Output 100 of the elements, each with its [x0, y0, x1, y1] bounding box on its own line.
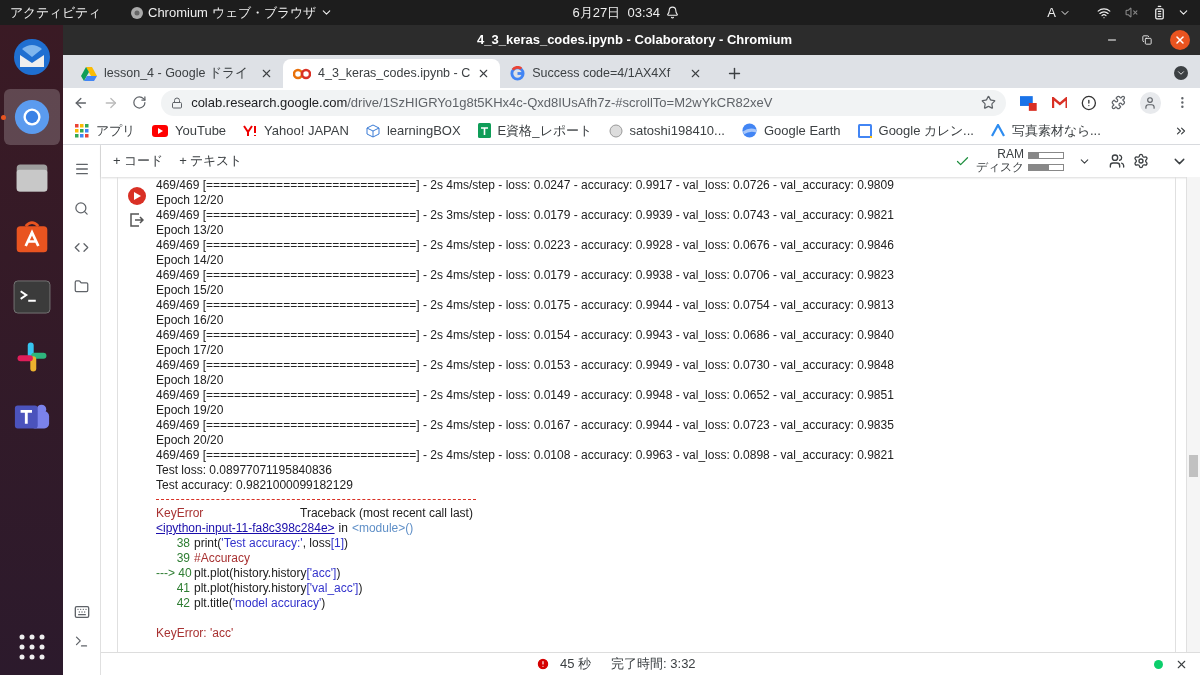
scrollbar[interactable]: [1186, 177, 1200, 652]
code-text: #Accuracy: [194, 551, 251, 566]
browser-tab[interactable]: 4_3_keras_codes.ipynb - C: [283, 59, 501, 88]
output-line: 469/469 [==============================] - 2s 4ms/step - loss: 0.0108 - accuracy: 0.9963 - val_loss: 0.0898 - val_accuracy: 0.9821: [156, 448, 895, 463]
tab-title: 4_3_keras_codes.ipynb - C: [318, 65, 471, 83]
bookmark-star-icon[interactable]: [980, 95, 996, 110]
error-message: KeyError: 'acc': [156, 626, 235, 641]
completed-time: 完了時間: 3:32: [611, 655, 696, 674]
folder-icon[interactable]: [74, 279, 89, 294]
restore-icon[interactable]: [1142, 35, 1152, 45]
address-bar[interactable]: colab.research.google.com/drive/1SzHIGRYo1g8t5KHx4c-Qxd8IUsAfh7z-#scrollTo=M2wYkCR82xeV: [161, 89, 1006, 116]
output-line: Epoch 17/20: [156, 343, 225, 358]
settings-icon[interactable]: [1133, 153, 1149, 169]
bookmark[interactable]: 写真素材なら...: [990, 120, 1101, 141]
muted-speaker-icon: [1125, 6, 1138, 19]
output-line: 469/469 [==============================] - 2s 4ms/step - loss: 0.0154 - accuracy: 0.9943 - val_loss: 0.0686 - val_accuracy: 0.9840: [156, 328, 895, 343]
profile-button[interactable]: [1139, 91, 1162, 114]
clock[interactable]: 6月27日 03:34: [572, 2, 661, 23]
browser-icon: [130, 5, 144, 20]
run-button[interactable]: [128, 187, 146, 205]
output-line: 469/469 [==============================] - 2s 4ms/step - loss: 0.0175 - accuracy: 0.9944 - val_loss: 0.0754 - val_accuracy: 0.9813: [156, 298, 895, 313]
disk-meter: [1028, 163, 1064, 171]
browser-tab[interactable]: Success code=4/1AX4Xf: [500, 59, 713, 88]
share-people-icon[interactable]: [1109, 153, 1125, 169]
grid-icon: [75, 123, 89, 138]
chevron-down-icon: [1176, 68, 1186, 78]
line-number: 39: [176, 551, 190, 565]
line-number: 38: [176, 536, 190, 550]
browser-tab[interactable]: lesson_4 - Google ドライ: [71, 59, 283, 88]
bookmark[interactable]: E資格_レポート: [477, 120, 592, 141]
add-code-button[interactable]: + コード: [113, 151, 164, 171]
extensions-icon[interactable]: [1110, 95, 1126, 110]
close-button[interactable]: [1170, 30, 1190, 50]
tab-title: Success code=4/1AX4Xf: [532, 65, 672, 83]
close-tab-icon[interactable]: [260, 67, 273, 80]
output-line: 469/469 [==============================] - 2s 4ms/step - loss: 0.0167 - accuracy: 0.9944 - val_loss: 0.0723 - val_accuracy: 0.9835: [156, 418, 895, 433]
line-number: 42: [176, 596, 190, 610]
bookmark[interactable]: learningBOX: [365, 120, 461, 141]
url-text: colab.research.google.com/drive/1SzHIGRYo1g8t5KHx4c-Qxd8IUsAfh7z-#scrollTo=M2wYkCR82xeV: [191, 93, 773, 112]
menu-icon[interactable]: [73, 161, 90, 177]
sheet-icon: [477, 123, 491, 138]
extension-badge-icon[interactable]: [1019, 94, 1038, 111]
tab-title: lesson_4 - Google ドライ: [104, 65, 249, 83]
bell-icon: [666, 6, 680, 19]
output-line: 469/469 [==============================] - 2s 3ms/step - loss: 0.0179 - accuracy: 0.9939 - val_loss: 0.0743 - val_accuracy: 0.9821: [156, 208, 895, 223]
app-menu[interactable]: Chromium ウェブ・ブラウザ: [130, 2, 333, 23]
error-name: KeyError: [156, 506, 205, 521]
error-icon: [536, 657, 550, 671]
wifi-icon: [1097, 5, 1111, 20]
window-title: 4_3_keras_codes.ipynb - Colaboratory - Chromium: [477, 31, 792, 50]
y-logo-icon: [243, 124, 258, 137]
code-text: plt.title('model accuracy'): [194, 596, 326, 611]
bookmark[interactable]: Yahoo! JAPAN: [243, 120, 349, 141]
ram-label: RAM: [997, 148, 1024, 161]
disk-label: ディスク: [976, 161, 1024, 174]
dock-item[interactable]: [3, 89, 60, 145]
close-icon: [1174, 34, 1186, 46]
bookmark[interactable]: アプリ: [75, 120, 135, 141]
input-method[interactable]: A: [1047, 2, 1071, 23]
bookmark[interactable]: Google Earth: [741, 120, 841, 141]
code-text: plt.plot(history.history['acc']): [194, 566, 341, 581]
traceback-heading: Traceback (most recent call last): [300, 506, 473, 521]
output-line: 469/469 [==============================] - 2s 4ms/step - loss: 0.0179 - accuracy: 0.9938 - val_loss: 0.0706 - val_accuracy: 0.9823: [156, 268, 895, 283]
bookmark[interactable]: satoshi198410...: [608, 120, 725, 141]
output-line: 469/469 [==============================] - 2s 4ms/step - loss: 0.0247 - accuracy: 0.9917 - val_loss: 0.0726 - val_accuracy: 0.9809: [156, 178, 895, 193]
source-link[interactable]: <ipython-input-11-fa8c398c284e>: [156, 521, 335, 536]
output-line: 469/469 [==============================] - 2s 4ms/step - loss: 0.0149 - accuracy: 0.9948 - val_loss: 0.0652 - val_accuracy: 0.9851: [156, 388, 895, 403]
browser-icon[interactable]: [12, 98, 51, 136]
code-text: plt.plot(history.history['val_acc']): [194, 581, 363, 596]
elapsed-time: 45 秒: [560, 655, 592, 674]
add-text-button[interactable]: + テキスト: [179, 151, 243, 171]
ram-meter: [1028, 151, 1064, 159]
output-action-icon[interactable]: [130, 213, 144, 227]
code-text: print('Test accuracy:', loss[1]): [194, 536, 348, 551]
reload-icon[interactable]: [132, 95, 148, 110]
mail-bird-icon[interactable]: [11, 37, 52, 77]
output-line: Epoch 18/20: [156, 373, 225, 388]
alert-circle-icon[interactable]: [1081, 94, 1097, 111]
activities-button[interactable]: アクティビティ: [10, 2, 130, 23]
output-line: Epoch 15/20: [156, 283, 225, 298]
search-icon[interactable]: [74, 201, 89, 216]
tab-search-button[interactable]: [1174, 66, 1188, 80]
app-grid-icon[interactable]: [17, 633, 46, 661]
calendar-icon: [857, 123, 872, 138]
module-text: <module>(): [351, 521, 414, 536]
output-line: Epoch 13/20: [156, 223, 225, 238]
caret-logo-icon: [990, 124, 1005, 137]
mail-logo-icon[interactable]: [1051, 96, 1068, 109]
drive-triangle-icon: [81, 66, 97, 81]
play-icon: [133, 192, 141, 200]
battery-icon: [1152, 5, 1167, 20]
bookmark[interactable]: YouTube: [152, 120, 227, 141]
bookmark[interactable]: Google カレン...: [857, 120, 974, 141]
output-line: Epoch 14/20: [156, 253, 225, 268]
terminal-icon[interactable]: [12, 280, 51, 314]
line-number: 40: [178, 566, 192, 580]
keyboard-icon[interactable]: [73, 604, 90, 620]
code-icon[interactable]: [74, 240, 89, 255]
arrow-marker: --->: [156, 566, 175, 580]
globe-icon: [741, 123, 757, 138]
